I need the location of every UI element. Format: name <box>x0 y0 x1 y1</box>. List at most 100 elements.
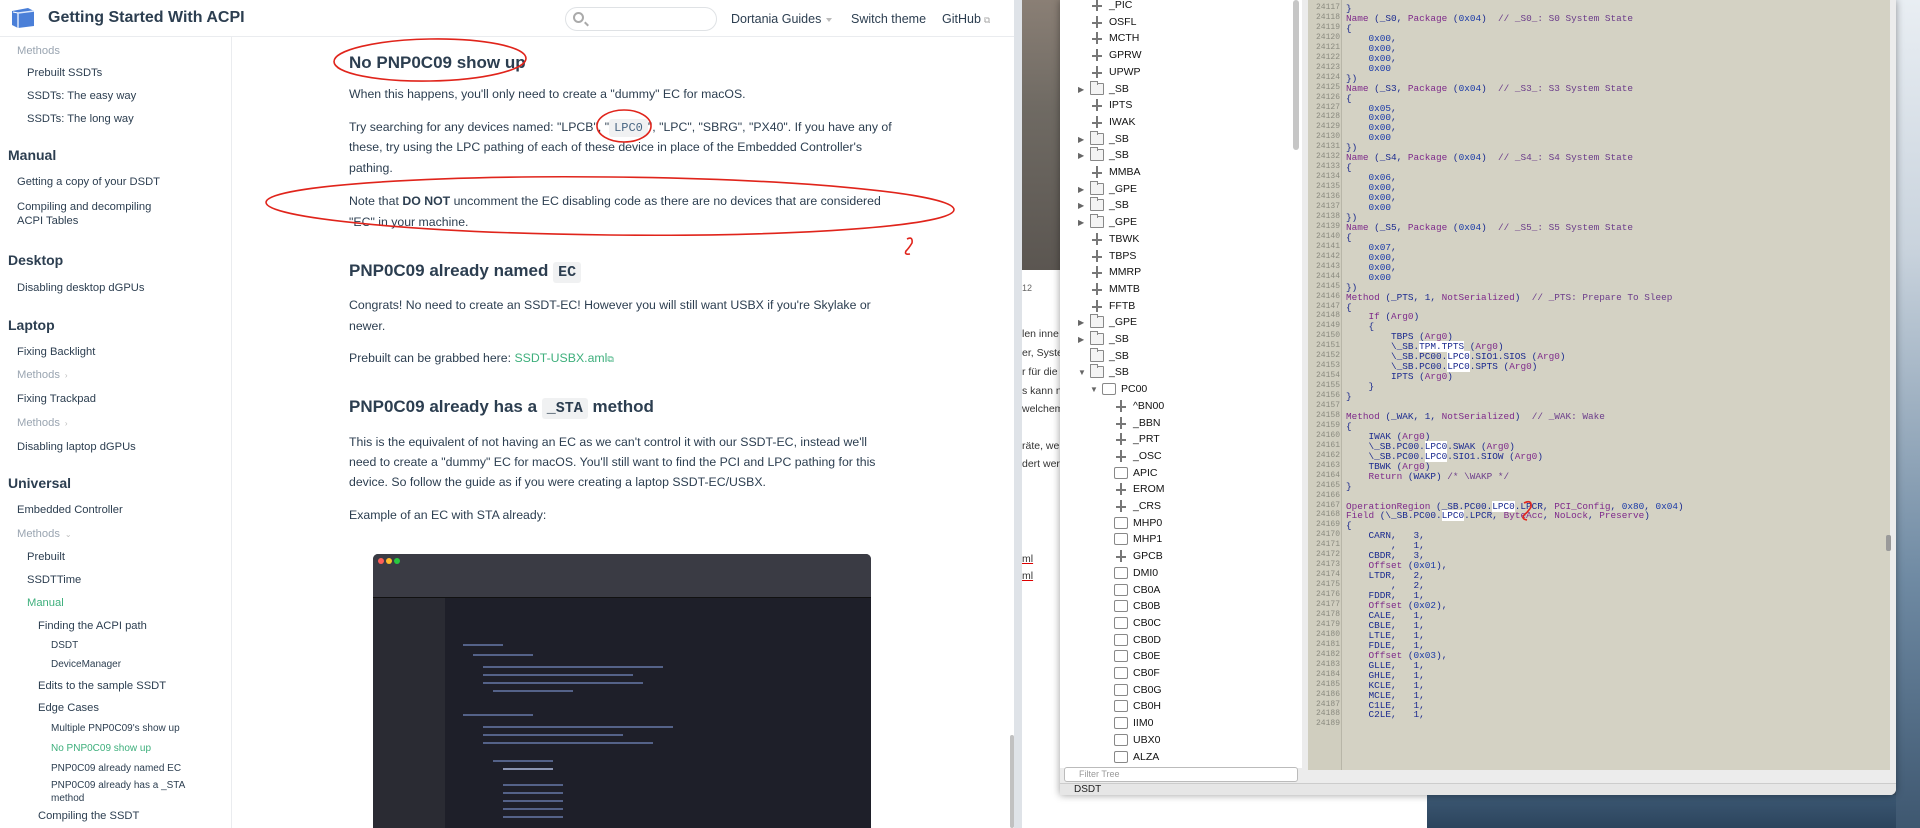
sidebar-item-ssdts-long[interactable]: SSDTs: The long way <box>27 113 134 125</box>
tree-item[interactable]: ▶ _GPE <box>1078 314 1290 331</box>
disclosure-closed-icon[interactable]: ▶ <box>1078 185 1084 194</box>
tree-item[interactable]: CB0E <box>1102 649 1290 665</box>
tree-item[interactable]: MHP1 <box>1102 532 1290 548</box>
tab-dsdt[interactable]: DSDT <box>1074 784 1101 795</box>
sidebar-item-fixing-backlight[interactable]: Fixing Backlight <box>17 346 95 358</box>
tree-item[interactable]: ▶ _SB <box>1078 130 1290 148</box>
nav-dortania-guides[interactable]: Dortania Guides <box>731 12 833 26</box>
code-line[interactable]: Field (\_SB.PC00.LPC0.LPCR, ByteAcc, NoL… <box>1346 510 1650 522</box>
tree-item[interactable]: FFTB <box>1078 299 1290 315</box>
sidebar-item-fixing-trackpad[interactable]: Fixing Trackpad <box>17 393 96 405</box>
tree-item[interactable]: MMRP <box>1078 265 1290 281</box>
code-line[interactable]: Name (_S4, Package (0x04) // _S4_: S4 Sy… <box>1346 152 1633 163</box>
sidebar-item-finding-acpi[interactable]: Finding the ACPI path <box>38 620 147 632</box>
tree-item[interactable]: CB0B <box>1102 599 1290 615</box>
tree-item[interactable]: EROM <box>1102 482 1290 498</box>
disclosure-open-icon[interactable]: ▼ <box>1078 368 1086 377</box>
sidebar-item-already-named[interactable]: PNP0C09 already named EC <box>51 763 181 774</box>
tree-item[interactable]: CB0F <box>1102 666 1290 682</box>
code-line[interactable]: Method (_WAK, 1, NotSerialized) // _WAK:… <box>1346 411 1605 422</box>
code-line[interactable]: Name (_S5, Package (0x04) // _S5_: S5 Sy… <box>1346 222 1633 233</box>
tree-item[interactable]: UPWP <box>1078 65 1290 81</box>
sidebar-item-ssdts-easy[interactable]: SSDTs: The easy way <box>27 90 136 102</box>
disclosure-closed-icon[interactable]: ▶ <box>1078 201 1084 210</box>
sidebar-item-edge-cases[interactable]: Edge Cases <box>38 702 99 714</box>
tree-item[interactable]: CB0A <box>1102 583 1290 599</box>
site-logo-icon[interactable] <box>10 6 36 30</box>
tree-item[interactable]: IWAK <box>1078 115 1290 131</box>
tree-item[interactable]: TBPS <box>1078 249 1290 265</box>
disclosure-closed-icon[interactable]: ▶ <box>1078 151 1084 160</box>
tree-item[interactable]: _BBN <box>1102 416 1290 432</box>
nav-switch-theme[interactable]: Switch theme <box>851 12 926 26</box>
tree-item[interactable]: CB0H <box>1102 699 1290 715</box>
tree-item[interactable]: ▶ _SB <box>1078 331 1290 348</box>
tree-item[interactable]: ALZA <box>1102 750 1290 766</box>
code-line[interactable]: Return (WAKP) /* \WAKP */ <box>1346 471 1510 482</box>
tree-item[interactable]: GPRW <box>1078 48 1290 64</box>
sidebar-item-compiling-acpi[interactable]: Compiling and decompiling ACPI Tables <box>17 200 167 228</box>
code-editor[interactable]: 24117 24118 24119 24120 24121 24122 24123 24124… <box>1308 0 1890 770</box>
tree-item[interactable]: ▼ PC00 <box>1090 382 1290 398</box>
tree-scrollbar[interactable] <box>1293 0 1299 150</box>
disclosure-closed-icon[interactable]: ▶ <box>1078 218 1084 227</box>
disclosure-closed-icon[interactable]: ▶ <box>1078 135 1084 144</box>
sidebar-item-device-manager[interactable]: DeviceManager <box>51 659 121 670</box>
tree-item[interactable]: CB0C <box>1102 616 1290 632</box>
code-line[interactable]: } <box>1346 391 1352 402</box>
tree-item[interactable]: TBWK <box>1078 232 1290 248</box>
sidebar-item-copy-dsdt[interactable]: Getting a copy of your DSDT <box>17 176 160 188</box>
tree-item[interactable]: _OSC <box>1102 449 1290 465</box>
sidebar-item-edits-sample[interactable]: Edits to the sample SSDT <box>38 680 166 692</box>
disclosure-closed-icon[interactable]: ▶ <box>1078 318 1084 327</box>
sidebar-item-disabling-desktop[interactable]: Disabling desktop dGPUs <box>17 282 144 294</box>
sidebar-item-ssdttime[interactable]: SSDTTime <box>27 574 81 586</box>
code-line[interactable]: Method (_PTS, 1, NotSerialized) // _PTS:… <box>1346 292 1672 303</box>
tree-item[interactable]: IIM0 <box>1102 716 1290 732</box>
tree-item[interactable]: ▶ _GPE <box>1078 214 1290 231</box>
sidebar-item-disabling-laptop[interactable]: Disabling laptop dGPUs <box>17 441 136 453</box>
code-line[interactable]: Name (_S0, Package (0x04) // _S0_: S0 Sy… <box>1346 13 1633 24</box>
sidebar-item-compiling-ssdt[interactable]: Compiling the SSDT <box>38 810 139 822</box>
sidebar-item-prebuilt[interactable]: Prebuilt <box>27 551 65 563</box>
tree-item[interactable]: ▶ _SB <box>1078 147 1290 164</box>
code-line[interactable]: } <box>1346 481 1352 492</box>
sidebar-item-manual[interactable]: Manual <box>27 597 64 609</box>
disclosure-closed-icon[interactable]: ▶ <box>1078 85 1084 94</box>
tree-item[interactable]: OSFL <box>1078 15 1290 31</box>
tree-item[interactable]: MMBA <box>1078 165 1290 181</box>
tree-item[interactable]: _CRS <box>1102 499 1290 515</box>
nav-github[interactable]: GitHub ⧉ <box>942 12 990 26</box>
sidebar-item-methods[interactable]: Methods ⌄ <box>17 528 72 540</box>
search-input[interactable] <box>565 7 717 31</box>
tree-item[interactable]: ▼ _SB <box>1078 364 1290 381</box>
sidebar-item-no-pnp[interactable]: No PNP0C09 show up <box>51 743 151 754</box>
tree-item[interactable]: ^BN00 <box>1102 399 1290 415</box>
tree-item[interactable]: APIC <box>1102 466 1290 482</box>
sidebar-item-embedded-controller[interactable]: Embedded Controller <box>17 504 123 516</box>
filter-tree-input[interactable]: Filter Tree <box>1064 767 1298 782</box>
link-ssdt-usbx[interactable]: SSDT-USBX.aml <box>514 351 607 365</box>
disclosure-closed-icon[interactable]: ▶ <box>1078 335 1084 344</box>
tree-item[interactable]: UBX0 <box>1102 733 1290 749</box>
tree-item[interactable]: DMI0 <box>1102 566 1290 582</box>
code-line[interactable]: Name (_S3, Package (0x04) // _S3_: S3 Sy… <box>1346 83 1633 94</box>
sidebar-item-prebuilt-ssdts[interactable]: Prebuilt SSDTs <box>27 67 102 79</box>
tree-item[interactable]: _PIC <box>1078 0 1290 14</box>
disclosure-open-icon[interactable]: ▼ <box>1090 385 1098 394</box>
tree-item[interactable]: GPCB <box>1102 549 1290 565</box>
tree-item[interactable]: CB0D <box>1102 633 1290 649</box>
tree-item[interactable]: ▶ _SB <box>1078 197 1290 214</box>
tree-item[interactable]: _SB <box>1078 347 1290 365</box>
tree-item[interactable]: IPTS <box>1078 98 1290 114</box>
tree-item[interactable]: _PRT <box>1102 432 1290 448</box>
tree-item[interactable]: MCTH <box>1078 31 1290 47</box>
sidebar-item-methods[interactable]: Methods <box>17 45 60 57</box>
site-title[interactable]: Getting Started With ACPI <box>48 9 245 27</box>
tree-item[interactable]: CB0G <box>1102 683 1290 699</box>
tree-item[interactable]: MHP0 <box>1102 516 1290 532</box>
code-line[interactable]: C2LE, 1, <box>1346 709 1425 720</box>
tree-item[interactable]: MMTB <box>1078 282 1290 298</box>
editor-scrollbar[interactable] <box>1886 535 1891 551</box>
sidebar-item-methods[interactable]: Methods › <box>17 417 68 429</box>
